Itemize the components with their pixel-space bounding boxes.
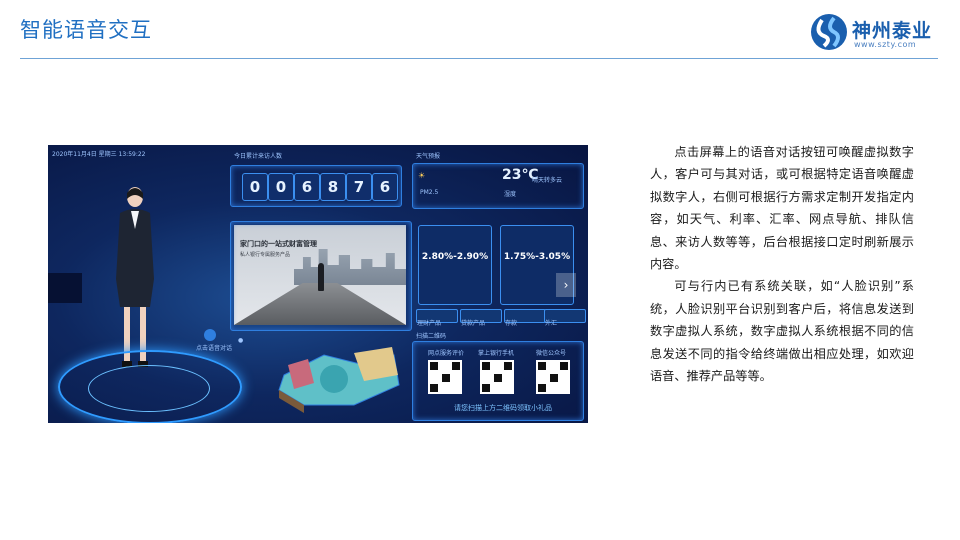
description-paragraph: 可与行内已有系统关联，如“人脸识别”系统，人脸识别平台识别到客户后，将信息发送到…: [650, 279, 914, 384]
weather-label: 天气预报: [416, 153, 441, 160]
terminal-screenshot: 2020年11月4日 星期三 13:59:22 点击语音对话 今日累计来访人数 …: [48, 145, 588, 423]
virtual-human-figure: [116, 187, 154, 367]
promo-frame: [230, 221, 412, 331]
qr-label: 微信公众号: [536, 350, 567, 357]
weather-humidity: 湿度: [504, 191, 517, 198]
chevron-right-icon[interactable]: ›: [556, 273, 576, 297]
rate-card[interactable]: 2.80%-2.90%: [418, 225, 492, 305]
qr-code[interactable]: [536, 360, 570, 394]
screen-datetime: 2020年11月4日 星期三 13:59:22: [52, 151, 146, 158]
visitor-label: 今日累计来访人数: [234, 153, 283, 160]
qr-label: 掌上银行手机: [478, 350, 515, 357]
mic-label: 点击语音对话: [196, 345, 233, 352]
logo-url: www.szty.com: [854, 40, 917, 49]
rate-value: 1.75%-3.05%: [503, 252, 571, 262]
qr-code[interactable]: [480, 360, 514, 394]
screen-button[interactable]: 外汇: [544, 309, 586, 327]
mic-icon[interactable]: [204, 329, 216, 341]
logo-name: 神州泰业: [852, 20, 933, 42]
scan-label: 扫描二维码: [416, 333, 447, 340]
weather-cond: 晴天转多云: [532, 177, 563, 184]
counter-digit: 7: [346, 173, 372, 201]
rate-value: 2.80%-2.90%: [421, 252, 489, 262]
weather-frame: [412, 163, 584, 209]
map-marker-label: ●: [238, 337, 244, 344]
description-paragraph: 点击屏幕上的语音对话按钮可唤醒虚拟数字人，客户可与其对话，或可根据特定语音唤醒虚…: [650, 145, 914, 272]
screen-button[interactable]: 存款: [504, 309, 546, 327]
page-title: 智能语音交互: [20, 18, 152, 42]
branch-3d-map[interactable]: [274, 335, 404, 413]
screen-left-block: [48, 273, 82, 303]
logo-mark-icon: [811, 14, 847, 50]
qr-code[interactable]: [428, 360, 462, 394]
sun-icon: ☀: [418, 171, 426, 180]
weather-pm: PM2.5: [420, 189, 439, 196]
counter-digit: 8: [320, 173, 346, 201]
counter-digit: 6: [294, 173, 320, 201]
screen-button[interactable]: 理财产品: [416, 309, 458, 327]
counter-digit: 0: [242, 173, 268, 201]
screen-button[interactable]: 贷款产品: [460, 309, 502, 327]
counter-digit: 0: [268, 173, 294, 201]
header-divider: [20, 58, 938, 59]
description-text: 点击屏幕上的语音对话按钮可唤醒虚拟数字人，客户可与其对话，或可根据特定语音唤醒虚…: [650, 141, 914, 387]
qr-label: 网点服务评价: [428, 350, 465, 357]
counter-digit: 6: [372, 173, 398, 201]
company-logo: 神州泰业 www.szty.com: [810, 12, 942, 52]
hologram-platform-inner: [88, 365, 210, 412]
scan-tip: 请您扫描上方二维码领取小礼品: [454, 404, 552, 412]
